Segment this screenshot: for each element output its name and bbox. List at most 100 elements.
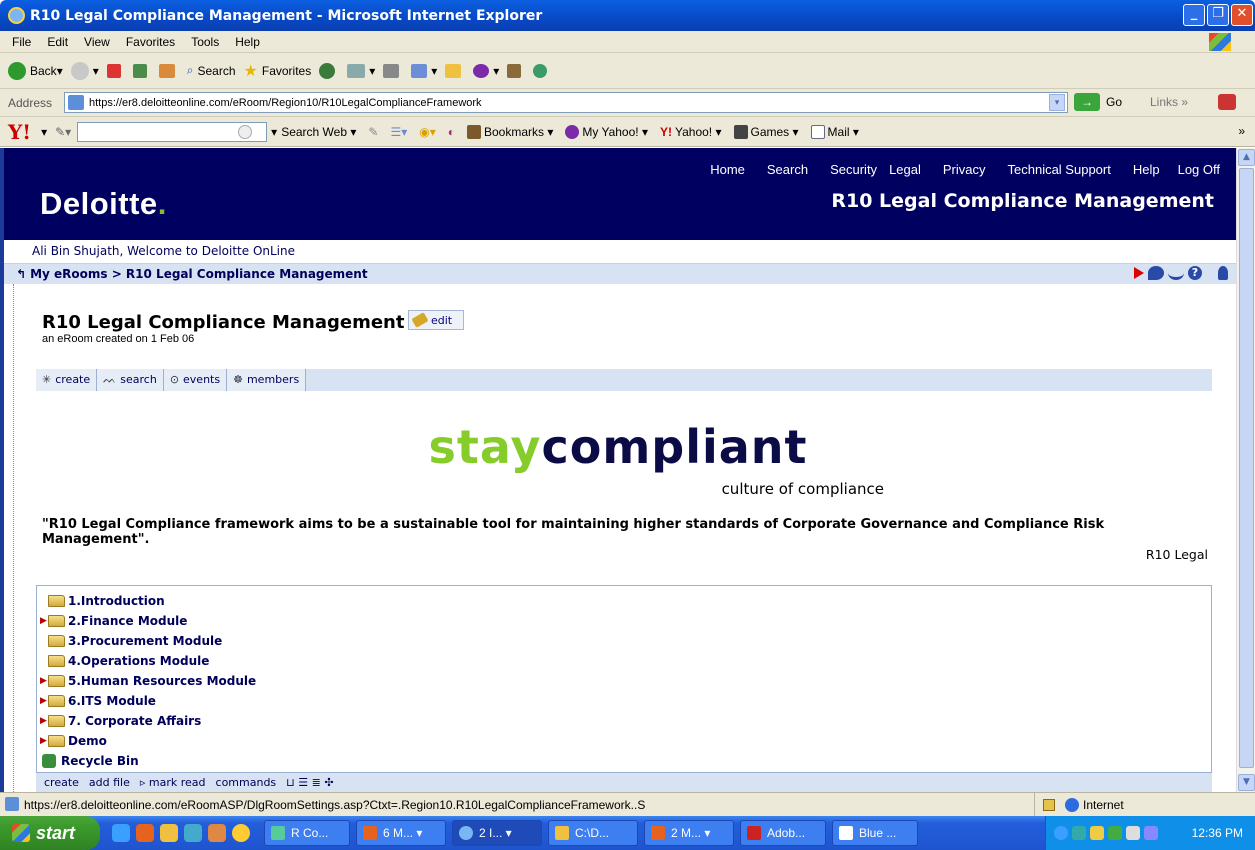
folder-item[interactable]: ▶ Demo [37,731,1211,751]
pencil-icon[interactable]: ✎▾ [55,125,71,139]
nav-security[interactable]: Security [830,162,877,177]
ie-quicklaunch-icon[interactable] [112,824,130,842]
commands-link[interactable]: commands [216,776,277,789]
yahoo-search-input[interactable] [77,121,268,142]
up-arrow-icon[interactable]: ↰ [16,267,26,281]
home-button[interactable] [158,63,179,78]
links-toolbar[interactable]: Links » [1150,95,1188,109]
events-button[interactable]: ⊙ events [163,369,228,391]
my-yahoo-button[interactable]: My Yahoo! ▾ [565,124,648,139]
expand-arrow-icon[interactable]: ▶ [40,716,48,726]
user-tray-icon[interactable] [1108,826,1122,840]
next-unread-icon[interactable] [1134,267,1144,279]
history-button[interactable] [319,62,339,79]
discuss-button[interactable] [445,63,465,78]
mail-button[interactable]: ▾ [347,63,375,78]
scroll-up-button[interactable]: ▲ [1238,149,1255,166]
nav-search[interactable]: Search [767,162,808,177]
address-dropdown-button[interactable]: ▾ [1049,94,1065,111]
research-button[interactable] [507,63,525,78]
favorites-button[interactable]: ★ Favorites [244,61,312,81]
nav-help[interactable]: Help [1133,162,1160,177]
expand-arrow-icon[interactable]: ▶ [40,616,48,626]
maximize-button[interactable]: ❐ [1207,4,1229,26]
folder-item[interactable]: 4.Operations Module [37,651,1211,671]
scroll-thumb[interactable] [1239,168,1254,768]
folder-item[interactable]: ▶ 7. Corporate Affairs [37,711,1211,731]
recycle-bin-item[interactable]: Recycle Bin [37,751,1211,771]
add-file-link[interactable]: add file [89,776,130,789]
expand-arrow-icon[interactable]: ▶ [40,696,48,706]
task-button[interactable]: C:\D... [548,820,638,846]
yahoo-button[interactable]: Y! Yahoo! ▾ [660,125,722,139]
menu-help[interactable]: Help [235,35,260,49]
vertical-scrollbar[interactable]: ▲ ▼ [1236,148,1255,792]
breadcrumb-path[interactable]: My eRooms > R10 Legal Compliance Managem… [30,267,368,281]
folder-item[interactable]: 3.Procurement Module [37,631,1211,651]
lock-quicklaunch-icon[interactable] [160,824,178,842]
nav-home[interactable]: Home [710,162,745,177]
edit-word-button[interactable]: ▾ [411,63,437,78]
stop-button[interactable] [106,63,125,78]
menu-tools[interactable]: Tools [191,35,219,49]
search-room-button[interactable]: ᨓ search [97,369,164,391]
app-quicklaunch-icon[interactable] [208,824,226,842]
sidebar-gripper[interactable] [4,284,14,792]
scroll-down-button[interactable]: ▼ [1238,774,1255,791]
mail-yahoo-button[interactable]: Mail ▾ [810,124,859,139]
menu-edit[interactable]: Edit [47,35,68,49]
create-button[interactable]: ✳ create [36,369,98,391]
discussion-icon[interactable] [1148,266,1164,280]
search-web-button[interactable]: Search Web ▾ [281,125,356,139]
close-button[interactable]: ✕ [1231,4,1253,26]
deloitte-logo[interactable]: Deloitte. [40,186,167,222]
task-button[interactable]: Blue ... [832,820,918,846]
user-icon[interactable] [1218,266,1228,280]
yahoo-logo[interactable]: Y! [8,120,31,144]
games-button[interactable]: Games ▾ [733,124,799,139]
minimize-button[interactable]: _ [1183,4,1205,26]
refresh-button[interactable] [132,63,151,78]
msn-button[interactable] [533,63,551,78]
popup-blocker-icon[interactable]: ◉▾ [419,125,436,139]
menu-favorites[interactable]: Favorites [126,35,175,49]
network-tray-icon[interactable] [1072,826,1086,840]
list-icon[interactable]: ☰▾ [390,125,407,139]
help-icon[interactable]: ? [1188,266,1202,280]
antispy-icon[interactable]: ◐ [448,125,455,139]
tray-arrow-icon[interactable] [1054,826,1068,840]
edit-room-button[interactable]: edit [408,310,464,330]
translate-icon[interactable] [1218,94,1236,110]
task-button[interactable]: R Co... [264,820,350,846]
nav-privacy[interactable]: Privacy [943,162,986,177]
nav-log-off[interactable]: Log Off [1178,162,1220,177]
task-button[interactable]: 6 M... ▾ [356,820,446,846]
expand-arrow-icon[interactable]: ▶ [40,736,48,746]
back-button[interactable]: Back ▾ [8,61,63,80]
go-button[interactable]: → Go [1074,93,1122,111]
highlight-icon[interactable]: ✎ [368,125,378,139]
folder-item[interactable]: 1.Introduction [37,591,1211,611]
messenger-quicklaunch-icon[interactable] [184,824,202,842]
nav-technical-support[interactable]: Technical Support [1008,162,1111,177]
security-tray-icon[interactable] [1090,826,1104,840]
create-link[interactable]: create [44,776,79,789]
members-button[interactable]: ☸ members [227,369,307,391]
menu-view[interactable]: View [84,35,110,49]
task-button[interactable]: 2 M... ▾ [644,820,734,846]
view-icons-icon[interactable]: ⊔ ☰ ≣ ✣ [286,776,333,789]
nav-legal[interactable]: Legal [889,162,921,177]
address-input[interactable]: https://er8.deloitteonline.com/eRoom/Reg… [64,92,1068,113]
volume-tray-icon[interactable] [1144,826,1158,840]
outlook-quicklaunch-icon[interactable] [136,824,154,842]
folder-item[interactable]: ▶ 2.Finance Module [37,611,1211,631]
expand-arrow-icon[interactable]: ▶ [40,676,48,686]
notify-icon[interactable] [1168,266,1184,280]
folder-item[interactable]: ▶ 6.ITS Module [37,691,1211,711]
forward-button[interactable]: ▾ [70,61,99,80]
yahoo-messenger-button[interactable]: ▾ [473,63,499,78]
window-title-bar[interactable]: R10 Legal Compliance Management - Micros… [0,0,1255,31]
folder-item[interactable]: ▶ 5.Human Resources Module [37,671,1211,691]
menu-file[interactable]: File [12,35,31,49]
bookmarks-button[interactable]: Bookmarks ▾ [466,124,553,139]
